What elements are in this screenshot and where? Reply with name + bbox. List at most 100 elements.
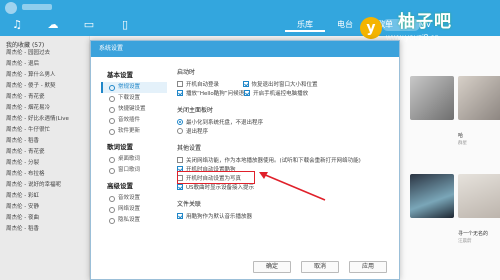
list-item[interactable]: 周杰伦 - 算什么男人 — [0, 70, 89, 81]
nav-item[interactable]: 软件更新 — [101, 126, 167, 137]
section-title-close: 关闭主面板时 — [177, 107, 214, 114]
privacy-icon — [109, 217, 115, 224]
option-minimize-tray[interactable]: 最小化到系统托盘，不退出程序 — [177, 118, 377, 126]
window-icon — [109, 167, 115, 174]
album-cover[interactable] — [410, 174, 454, 218]
nav-group-title: 高级设置 — [107, 182, 133, 190]
nav-item[interactable]: 隐私设置 — [101, 215, 167, 226]
album-cover[interactable] — [410, 76, 454, 120]
avatar[interactable] — [5, 2, 17, 14]
nav-item-label: 快捷键设置 — [118, 106, 146, 112]
option-label: 最小化到系统托盘，不退出程序 — [186, 119, 264, 126]
checkbox[interactable] — [177, 156, 183, 163]
radio-button[interactable] — [177, 127, 183, 134]
nav-item[interactable]: 音效插件 — [101, 115, 167, 126]
username-placeholder — [22, 4, 52, 10]
option-label: 开机自动登录 — [186, 81, 220, 88]
nav-item-label: 下载设置 — [118, 95, 141, 101]
album-cover[interactable] — [458, 76, 500, 120]
checkbox[interactable] — [177, 89, 183, 96]
annotation-arrow-icon — [259, 172, 326, 201]
album-cover[interactable] — [458, 174, 500, 218]
cancel-button[interactable]: 取消 — [301, 261, 339, 273]
nav-item[interactable]: 窗口歌词 — [101, 165, 167, 176]
tab-library[interactable]: 乐库 — [285, 18, 325, 32]
nav-item-label: 音效设置 — [118, 195, 141, 201]
nav-group-title: 歌词设置 — [107, 143, 133, 151]
option-exit-program[interactable]: 退出程序 — [177, 127, 377, 135]
list-item[interactable]: 周杰伦 - 安静 — [0, 202, 89, 213]
option-hello-greeting[interactable]: 播放“Hello酷狗”问候语 — [177, 89, 244, 97]
checkbox[interactable] — [177, 183, 183, 190]
nav-item-label: 软件更新 — [118, 128, 141, 134]
nav-item-label: 网络设置 — [118, 206, 141, 212]
playlist-sidebar: 我的收藏 (57) 周杰伦 - 园园过去 周杰伦 - 退后 周杰伦 - 算什么男人周… — [0, 36, 90, 280]
list-item[interactable]: 周杰伦 - 烟花易冷 — [0, 103, 89, 114]
section-title-other: 其他设置 — [177, 145, 202, 152]
highlight-annotation-box — [177, 171, 255, 184]
list-item[interactable]: 周杰伦 - 稻香 — [0, 224, 89, 235]
checkbox[interactable] — [177, 80, 183, 87]
checkbox[interactable] — [242, 80, 249, 87]
monitor-icon[interactable]: ▭ — [82, 19, 96, 31]
checkbox[interactable] — [244, 89, 251, 96]
list-item[interactable]: 周杰伦 - 傻子 - 默契 — [0, 81, 89, 92]
card-title: 寻一个无名的 — [458, 231, 489, 237]
option-label: 退出程序 — [186, 128, 209, 135]
recommend-pane: 哈 群星 寻一个无名的 汪晨蔚 — [400, 36, 500, 280]
radio-button[interactable] — [177, 118, 183, 125]
nav-item-label: 隐私设置 — [118, 217, 141, 223]
option-label: 用酷狗作为默认音乐播放器 — [186, 213, 253, 220]
list-item[interactable]: 周杰伦 - 青花瓷 — [0, 92, 89, 103]
option-label: 播放“Hello酷狗”问候语 — [186, 90, 245, 97]
list-item[interactable]: 周杰伦 - 青花瓷 — [0, 147, 89, 158]
option-auto-login[interactable]: 开机自动登录 — [177, 80, 243, 88]
nav-item[interactable]: 音效设置 — [101, 193, 167, 204]
nav-item[interactable]: 桌面歌词 — [101, 154, 167, 165]
nav-item[interactable]: 常规设置 — [101, 82, 167, 93]
logo-letter: y — [360, 17, 382, 39]
song-list: 周杰伦 - 园园过去 周杰伦 - 退后 周杰伦 - 算什么男人 周杰伦 - 傻子 - … — [0, 48, 89, 235]
nav-item[interactable]: 下载设置 — [101, 93, 167, 104]
list-item[interactable]: 周杰伦 - 园园过去 — [0, 48, 89, 59]
list-item[interactable]: 周杰伦 - 稻香 — [0, 136, 89, 147]
apply-button[interactable]: 应用 — [349, 261, 387, 273]
download-icon — [109, 95, 115, 102]
list-item[interactable]: 周杰伦 - 彩虹 — [0, 191, 89, 202]
music-note-icon[interactable]: ♫ — [10, 19, 24, 31]
option-phone-remote[interactable]: 开启手机遥控电脑播放 — [244, 89, 395, 97]
nav-item[interactable]: 网络设置 — [101, 204, 167, 215]
list-item[interactable]: 周杰伦 - 分裂 — [0, 158, 89, 169]
list-item[interactable]: 周杰伦 - 夜曲 — [0, 213, 89, 224]
option-default-player[interactable]: 用酷狗作为默认音乐播放器 — [177, 212, 377, 220]
list-item[interactable]: 周杰伦 - 布拉格 — [0, 169, 89, 180]
list-item[interactable]: 周杰伦 - 牛仔很忙 — [0, 125, 89, 136]
phone-icon[interactable]: ▯ — [118, 19, 132, 31]
checkbox[interactable] — [177, 212, 183, 219]
nav-group-title: 基本设置 — [107, 71, 133, 79]
list-item[interactable]: 周杰伦 - 好比永遇情(Live — [0, 114, 89, 125]
sound-icon — [109, 195, 115, 202]
card-subtitle: 汪晨蔚 — [458, 239, 472, 244]
list-item[interactable]: 周杰伦 - 说好的幸福呢 — [0, 180, 89, 191]
top-icon-group: ♫ ☁ ▭ ▯ — [10, 19, 132, 31]
sidebar-header[interactable]: 我的收藏 (57) — [0, 36, 89, 49]
list-item[interactable]: 周杰伦 - 退后 — [0, 59, 89, 70]
nav-item-label: 桌面歌词 — [118, 156, 141, 162]
option-label: 开启手机遥控电脑播放 — [253, 90, 309, 97]
option-label: 恢复退出时窗口大小和位置 — [251, 81, 318, 88]
option-disable-network[interactable]: 关闭网络功能，作为本地播放器使用。(试听和下载会重新打开网络功能) — [177, 156, 377, 164]
nav-item[interactable]: 快捷键设置 — [101, 104, 167, 115]
settings-nav: 基本设置常规设置下载设置快捷键设置音效插件软件更新歌词设置桌面歌词窗口歌词高级设… — [101, 65, 167, 226]
nav-item-label: 音效插件 — [118, 117, 141, 123]
settings-dialog: 系统设置 基本设置常规设置下载设置快捷键设置音效插件软件更新歌词设置桌面歌词窗口… — [90, 40, 400, 280]
logo-title: 柚子吧 — [398, 12, 452, 32]
equalizer-icon — [109, 117, 115, 124]
option-restore-window[interactable]: 恢复退出时窗口大小和位置 — [242, 80, 395, 88]
dialog-title: 系统设置 — [91, 41, 399, 57]
ok-button[interactable]: 确定 — [253, 261, 291, 273]
refresh-icon — [109, 128, 115, 135]
nav-item-label: 常规设置 — [118, 84, 141, 90]
cloud-icon[interactable]: ☁ — [46, 19, 60, 31]
keyboard-icon — [109, 106, 115, 113]
